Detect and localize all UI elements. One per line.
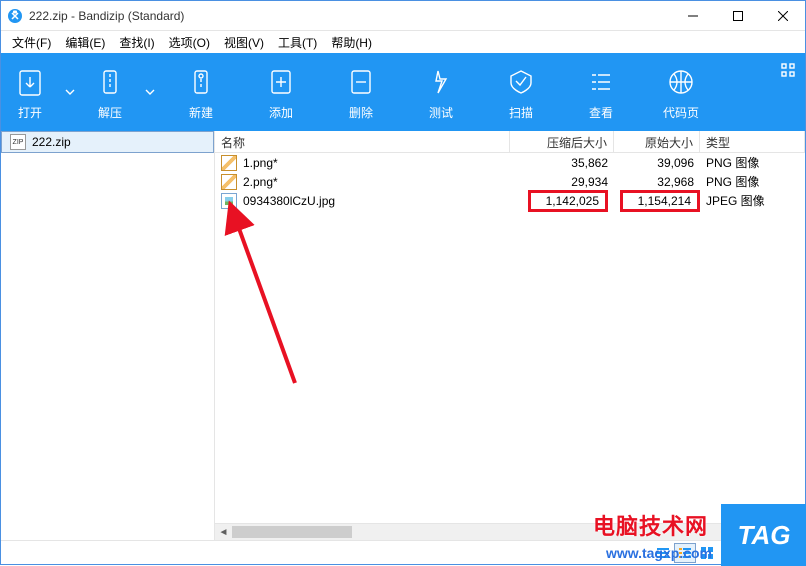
tool-open[interactable]: 打开 <box>1 53 59 131</box>
scroll-thumb[interactable] <box>232 526 352 538</box>
window-title: 222.zip - Bandizip (Standard) <box>29 9 184 23</box>
tool-grid-menu[interactable] <box>771 53 805 131</box>
cell-compressed: 1,142,025 <box>510 190 614 212</box>
tool-extract[interactable]: 解压 <box>81 53 139 131</box>
scroll-left-arrow[interactable]: ◄ <box>215 524 232 540</box>
maximize-button[interactable] <box>715 1 760 30</box>
png-file-icon <box>221 155 237 171</box>
cell-original: 39,096 <box>614 156 700 170</box>
minimize-button[interactable] <box>670 1 715 30</box>
cell-compressed: 35,862 <box>510 156 614 170</box>
menu-tools[interactable]: 工具(T) <box>271 32 324 53</box>
png-file-icon <box>221 174 237 190</box>
cell-original: 32,968 <box>614 175 700 189</box>
watermark-tag: TAG <box>721 504 806 566</box>
titlebar: 222.zip - Bandizip (Standard) <box>1 1 805 31</box>
scan-icon <box>506 64 536 100</box>
zip-icon: ZIP <box>10 134 26 150</box>
col-compressed[interactable]: 压缩后大小 <box>510 131 614 152</box>
tool-test[interactable]: 测试 <box>401 53 481 131</box>
watermark-site-name: 电脑技术网 <box>593 509 708 541</box>
menu-help[interactable]: 帮助(H) <box>324 32 379 53</box>
test-icon <box>426 64 456 100</box>
menu-edit[interactable]: 编辑(E) <box>58 32 112 53</box>
toolbar: 打开 解压 新建 添加 删除 测试 扫描 <box>1 53 805 131</box>
jpg-file-icon <box>221 193 237 209</box>
cell-type: PNG 图像 <box>700 173 805 190</box>
file-name: 2.png* <box>243 175 278 189</box>
body: ZIP 222.zip 名称 压缩后大小 原始大小 类型 1.png* 35,86… <box>1 131 805 540</box>
grid-icon <box>781 63 795 77</box>
menubar: 文件(F) 编辑(E) 查找(I) 选项(O) 视图(V) 工具(T) 帮助(H… <box>1 31 805 53</box>
cell-original: 1,154,214 <box>614 190 700 212</box>
tree-root[interactable]: ZIP 222.zip <box>1 131 214 153</box>
col-type[interactable]: 类型 <box>700 131 805 152</box>
tool-scan[interactable]: 扫描 <box>481 53 561 131</box>
sidebar: ZIP 222.zip <box>1 131 215 540</box>
chevron-down-icon <box>145 74 155 110</box>
add-icon <box>266 64 296 100</box>
codepage-icon <box>666 64 696 100</box>
delete-icon <box>346 64 376 100</box>
tool-codepage[interactable]: 代码页 <box>641 53 721 131</box>
horizontal-scrollbar[interactable]: ◄ ► <box>215 523 805 540</box>
cell-name: 1.png* <box>215 155 510 171</box>
view-icon <box>586 64 616 100</box>
watermark-url: www.tagxp.com <box>606 545 712 561</box>
table-row[interactable]: 2.png* 29,93432,968PNG 图像 <box>215 172 805 191</box>
cell-name: 0934380lCzU.jpg <box>215 193 510 209</box>
menu-find[interactable]: 查找(I) <box>112 32 161 53</box>
menu-file[interactable]: 文件(F) <box>5 32 58 53</box>
tool-extract-dropdown[interactable] <box>139 53 161 131</box>
file-list: 名称 压缩后大小 原始大小 类型 1.png* 35,86239,096PNG 图… <box>215 131 805 540</box>
app-icon <box>7 8 23 24</box>
col-name[interactable]: 名称 <box>215 131 510 152</box>
cell-compressed: 29,934 <box>510 175 614 189</box>
chevron-down-icon <box>65 74 75 110</box>
col-original[interactable]: 原始大小 <box>614 131 700 152</box>
tool-open-dropdown[interactable] <box>59 53 81 131</box>
menu-options[interactable]: 选项(O) <box>162 32 217 53</box>
table-row[interactable]: 0934380lCzU.jpg 1,142,0251,154,214JPEG 图像 <box>215 191 805 210</box>
cell-type: JPEG 图像 <box>700 192 805 209</box>
close-button[interactable] <box>760 1 805 30</box>
new-icon <box>186 64 216 100</box>
tool-new[interactable]: 新建 <box>161 53 241 131</box>
tool-add[interactable]: 添加 <box>241 53 321 131</box>
tree-root-label: 222.zip <box>32 135 71 149</box>
cell-name: 2.png* <box>215 174 510 190</box>
file-name: 1.png* <box>243 156 278 170</box>
file-name: 0934380lCzU.jpg <box>243 194 335 208</box>
tool-delete[interactable]: 删除 <box>321 53 401 131</box>
app-window: 222.zip - Bandizip (Standard) 文件(F) 编辑(E… <box>0 0 806 565</box>
table-row[interactable]: 1.png* 35,86239,096PNG 图像 <box>215 153 805 172</box>
list-body[interactable]: 1.png* 35,86239,096PNG 图像 2.png* 29,93432,9… <box>215 153 805 523</box>
list-header: 名称 压缩后大小 原始大小 类型 <box>215 131 805 153</box>
open-icon <box>15 64 45 100</box>
menu-view[interactable]: 视图(V) <box>217 32 271 53</box>
extract-icon <box>95 64 125 100</box>
tool-view[interactable]: 查看 <box>561 53 641 131</box>
cell-type: PNG 图像 <box>700 154 805 171</box>
